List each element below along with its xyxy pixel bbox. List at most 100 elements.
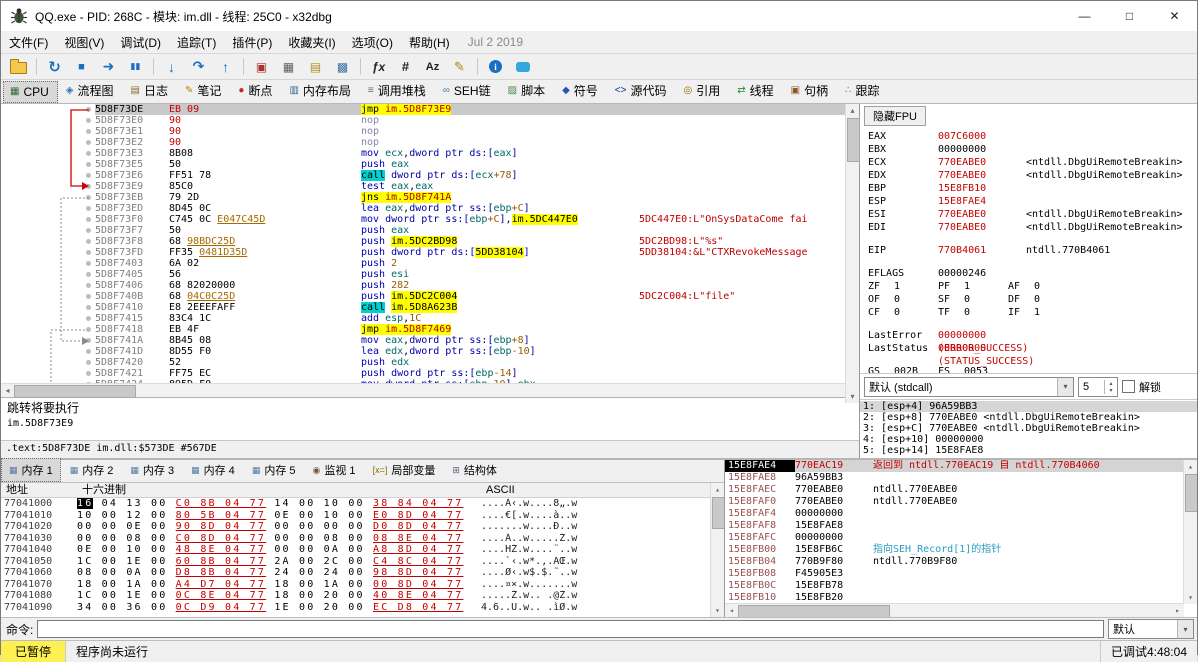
tab-symbols[interactable]: ◆符号	[555, 78, 607, 103]
close-button[interactable]: ✕	[1152, 1, 1197, 31]
register-row-esp[interactable]: ESP15E8FAE4	[868, 195, 1197, 208]
breakpoint-dot[interactable]	[86, 316, 91, 321]
disasm-row[interactable]: 5D8F73EB79 2Djns im.5D8F741A	[1, 192, 846, 203]
breakpoint-dot[interactable]	[86, 107, 91, 112]
patches-icon[interactable]: ▩	[330, 55, 355, 78]
info-icon[interactable]: i	[483, 55, 508, 78]
breakpoint-dot[interactable]	[86, 151, 91, 156]
disasm-row[interactable]: 5D8F73F0C745 0C E047C45Dmov dword ptr ss…	[1, 214, 846, 225]
chat-icon[interactable]	[510, 55, 535, 78]
disasm-vertical-scrollbar[interactable]: ▴ ▾	[845, 104, 859, 403]
breakpoint-dot[interactable]	[86, 173, 91, 178]
disasm-row[interactable]: 5D8F73E6FF51 78call dword ptr ds:[ecx+78…	[1, 170, 846, 181]
flag-value[interactable]: 0	[894, 306, 938, 319]
disasm-row[interactable]: 5D8F7424895D F0mov dword ptr ss:[ebp-10]…	[1, 379, 846, 383]
register-value[interactable]: 770EABE0	[938, 208, 1026, 221]
dump-row[interactable]: 7704106008 00 0A 00 D8 8B 04 77 24 00 24…	[1, 567, 724, 579]
dump-row[interactable]: 770410501C 00 1E 00 60 8B 04 77 2A 00 2C…	[1, 556, 724, 568]
disasm-row[interactable]: 5D8F73E290nop	[1, 137, 846, 148]
disasm-row[interactable]: 5D8F73F750push eax	[1, 225, 846, 236]
flag-value[interactable]: 0	[964, 306, 1008, 319]
step-into-icon[interactable]: ↓	[159, 55, 184, 78]
restart-icon[interactable]: ↻	[42, 55, 67, 78]
tab-call-stack[interactable]: ≡调用堆栈	[361, 78, 435, 103]
command-profile-select[interactable]: 默认▾	[1108, 619, 1194, 639]
breakpoint-dot[interactable]	[86, 294, 91, 299]
register-row-esi[interactable]: ESI770EABE0<ntdll.DbgUiRemoteBreakin>	[868, 208, 1197, 221]
strings-icon[interactable]: Az	[420, 55, 445, 78]
breakpoint-dot[interactable]	[86, 360, 91, 365]
disasm-row[interactable]: 5D8F7418EB 4Fjmp im.5D8F7469	[1, 324, 846, 335]
register-row-ecx[interactable]: ECX770EABE0<ntdll.DbgUiRemoteBreakin>	[868, 156, 1197, 169]
flag-value[interactable]: 0	[964, 293, 1008, 306]
register-value[interactable]: 15E8FAE4	[938, 195, 1026, 208]
flag-value[interactable]: 1	[894, 280, 938, 293]
disasm-row[interactable]: 5D8F740B68 04C0C25Dpush im.5DC2C0045DC2C…	[1, 291, 846, 302]
menu-item-trace[interactable]: 追踪(T)	[169, 32, 224, 53]
dump-row[interactable]: 770410400E 00 10 00 48 8E 04 77 00 00 0A…	[1, 544, 724, 556]
tab-dump5[interactable]: ▦内存 5	[244, 458, 304, 482]
breakpoint-dot[interactable]	[86, 272, 91, 277]
stack-row[interactable]: 15E8FAE4770EAC19返回到 ntdll.770EAC19 自 ntd…	[725, 460, 1197, 472]
breakpoint-dot[interactable]	[86, 206, 91, 211]
flag-value[interactable]: 0053	[964, 365, 1008, 373]
stack-row[interactable]: 15E8FAF815E8FAE8	[725, 520, 1197, 532]
stack-vertical-scrollbar[interactable]: ▴ ▾	[1183, 460, 1197, 604]
register-value[interactable]: 15E8FB10	[938, 182, 1026, 195]
breakpoint-dot[interactable]	[86, 382, 91, 383]
tab-source[interactable]: <>源代码	[608, 78, 676, 103]
stack-row[interactable]: 15E8FB08F45905E3	[725, 568, 1197, 580]
menu-item-file[interactable]: 文件(F)	[1, 32, 56, 53]
disasm-row[interactable]: 5D8F73FDFF35 0481D35Dpush dword ptr ds:[…	[1, 247, 846, 258]
disasm-row[interactable]: 5D8F73E550push eax	[1, 159, 846, 170]
register-value[interactable]: 007C6000	[938, 130, 1026, 143]
dump-row[interactable]: 7704107018 00 1A 00 A4 D7 04 77 18 00 1A…	[1, 579, 724, 591]
menu-item-favourites[interactable]: 收藏夹(I)	[280, 32, 343, 53]
flag-value[interactable]: 002B	[894, 365, 938, 373]
flag-value[interactable]: 1	[964, 280, 1008, 293]
disasm-row[interactable]: 5D8F73E190nop	[1, 126, 846, 137]
register-row-lasterror[interactable]: LastError00000000 (ERROR_SUCCESS)	[868, 329, 1197, 342]
register-value[interactable]: 00000000 (STATUS_SUCCESS)	[938, 342, 1026, 355]
tab-threads[interactable]: ⇄线程	[730, 78, 782, 103]
flag-value[interactable]: 0	[894, 293, 938, 306]
tab-dump3[interactable]: ▦内存 3	[122, 458, 182, 482]
stack-row[interactable]: 15E8FAF400000000	[725, 508, 1197, 520]
register-value[interactable]: 00000000 (ERROR_SUCCESS)	[938, 329, 1026, 342]
trace-record-icon[interactable]: ▣	[249, 55, 274, 78]
flag-value[interactable]: 1	[1034, 306, 1078, 319]
stack-argument-row[interactable]: 4: [esp+10] 00000000	[860, 434, 1197, 445]
disasm-row[interactable]: 5D8F73E38B08mov ecx,dword ptr ds:[eax]	[1, 148, 846, 159]
breakpoint-dot[interactable]	[86, 184, 91, 189]
goto-icon[interactable]: #	[393, 55, 418, 78]
breakpoint-dot[interactable]	[86, 217, 91, 222]
argument-count-stepper[interactable]: 5▴▾	[1078, 377, 1118, 397]
breakpoint-dot[interactable]	[86, 129, 91, 134]
stack-row[interactable]: 15E8FB0015E8FB6C指向SEH_Record[1]的指针	[725, 544, 1197, 556]
disasm-row[interactable]: 5D8F740668 82020000push 282	[1, 280, 846, 291]
breakpoint-dot[interactable]	[86, 239, 91, 244]
register-value[interactable]: 770B4061	[938, 244, 1026, 257]
register-row-edi[interactable]: EDI770EABE0<ntdll.DbgUiRemoteBreakin>	[868, 221, 1197, 234]
stack-horizontal-scrollbar[interactable]: ◂ ▸	[725, 603, 1184, 617]
disasm-row[interactable]: 5D8F741A8B45 08mov eax,dword ptr ss:[ebp…	[1, 335, 846, 346]
breakpoint-dot[interactable]	[86, 338, 91, 343]
open-file-icon[interactable]	[6, 55, 31, 78]
register-row-ebp[interactable]: EBP15E8FB10	[868, 182, 1197, 195]
disasm-horizontal-scrollbar[interactable]: ◂ ▸	[1, 383, 859, 397]
register-row-ebx[interactable]: EBX00000000	[868, 143, 1197, 156]
stack-argument-row[interactable]: 2: [esp+8] 770EABE0 <ntdll.DbgUiRemoteBr…	[860, 412, 1197, 423]
menu-item-debug[interactable]: 调试(D)	[112, 32, 169, 53]
breakpoint-dot[interactable]	[86, 140, 91, 145]
stack-argument-row[interactable]: 5: [esp+14] 15E8FAE8	[860, 445, 1197, 456]
tab-watch1[interactable]: ◉监视 1	[305, 458, 364, 482]
tab-handles[interactable]: ▣句柄	[784, 78, 837, 103]
breakpoint-dot[interactable]	[86, 327, 91, 332]
breakpoint-dot[interactable]	[86, 250, 91, 255]
calculator-fx-icon[interactable]: ƒx	[366, 55, 391, 78]
disasm-row[interactable]: 5D8F73ED8D45 0Clea eax,dword ptr ss:[ebp…	[1, 203, 846, 214]
execute-till-return-icon[interactable]: ↑	[213, 55, 238, 78]
tab-dump1[interactable]: ▦内存 1	[1, 458, 61, 482]
register-row-eflags[interactable]: EFLAGS00000246	[868, 267, 1197, 280]
flag-value[interactable]: 0	[1034, 293, 1078, 306]
